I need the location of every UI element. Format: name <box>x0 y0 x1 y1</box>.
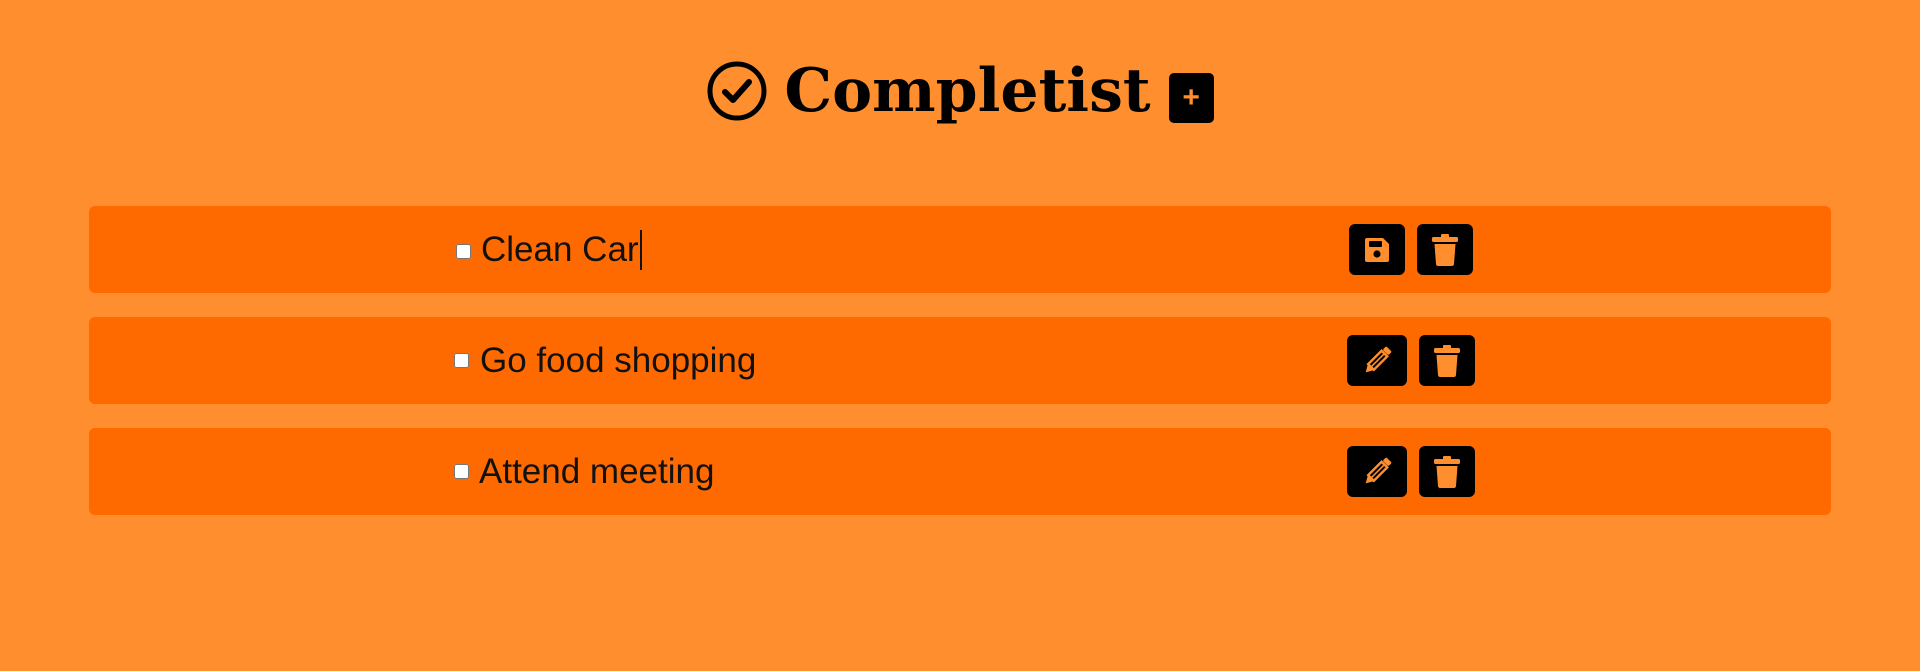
trash-icon <box>1432 455 1462 489</box>
check-circle-icon <box>706 60 768 122</box>
trash-icon <box>1430 233 1460 267</box>
task-row: Go food shopping <box>89 317 1831 404</box>
task-checkbox[interactable] <box>454 464 469 479</box>
edit-button[interactable] <box>1347 446 1407 497</box>
task-text: Attend meeting <box>479 452 715 491</box>
pencil-icon <box>1359 454 1395 490</box>
delete-button[interactable] <box>1419 335 1475 386</box>
save-icon <box>1362 235 1392 265</box>
task-checkbox[interactable] <box>454 353 469 368</box>
delete-button[interactable] <box>1419 446 1475 497</box>
trash-icon <box>1432 344 1462 378</box>
pencil-icon <box>1359 343 1395 379</box>
task-edit-input[interactable]: Clean Car <box>481 206 642 293</box>
task-row: Clean Car <box>89 206 1831 293</box>
delete-button[interactable] <box>1417 224 1473 275</box>
app-header: Completist + <box>0 54 1920 128</box>
page-title: Completist <box>784 56 1151 126</box>
add-task-button[interactable]: + <box>1168 73 1214 123</box>
edit-button[interactable] <box>1347 335 1407 386</box>
task-row: Attend meeting <box>89 428 1831 515</box>
task-text: Go food shopping <box>480 341 757 380</box>
save-button[interactable] <box>1349 224 1405 275</box>
text-cursor <box>639 229 642 270</box>
task-text: Clean Car <box>481 230 639 269</box>
task-checkbox[interactable] <box>456 244 471 259</box>
task-list: Clean Car Go food shopping Attend meetin… <box>89 206 1831 539</box>
